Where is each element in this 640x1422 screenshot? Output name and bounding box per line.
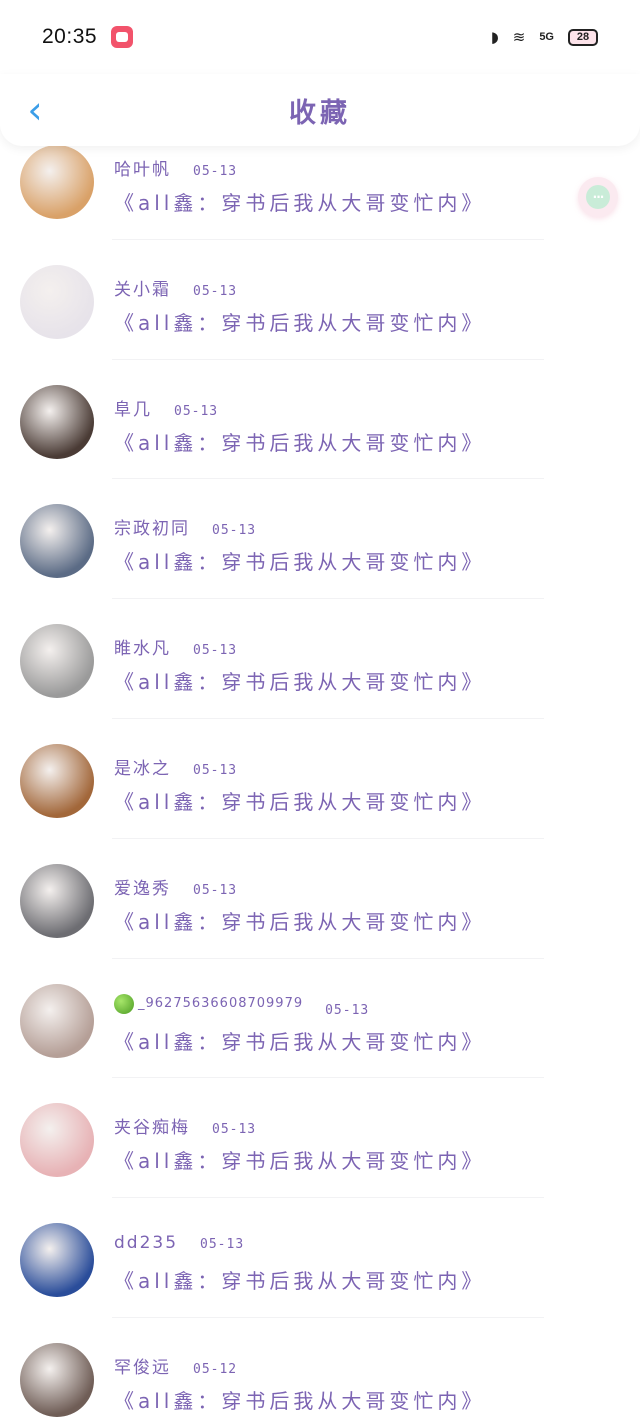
- top-nav-bar: ‹ 收藏: [0, 74, 640, 146]
- username[interactable]: 关小霜: [114, 275, 171, 300]
- list-item[interactable]: dd235 05-13 《all鑫：穿书后我从大哥变忙内》: [0, 1198, 640, 1318]
- item-text: 关小霜 05-13 《all鑫：穿书后我从大哥变忙内》: [114, 275, 485, 336]
- work-title-link[interactable]: 《all鑫：穿书后我从大哥变忙内》: [114, 1385, 485, 1414]
- username[interactable]: dd235: [114, 1233, 178, 1253]
- username[interactable]: 爱逸秀: [114, 874, 171, 899]
- work-title-link[interactable]: 《all鑫：穿书后我从大哥变忙内》: [114, 1145, 485, 1174]
- battery-icon: 28: [568, 28, 598, 46]
- status-bar: 20:35 ◗ ≋ 5G 28: [0, 0, 640, 74]
- work-title-link[interactable]: 《all鑫：穿书后我从大哥变忙内》: [114, 187, 485, 216]
- hd-icon: ◗: [490, 27, 499, 46]
- date: 05-13: [325, 1002, 370, 1018]
- work-title-link[interactable]: 《all鑫：穿书后我从大哥变忙内》: [114, 906, 485, 935]
- date: 05-13: [212, 1122, 257, 1138]
- date: 05-13: [193, 643, 238, 659]
- status-left: 20:35: [42, 25, 134, 49]
- username[interactable]: 阜几: [114, 395, 152, 420]
- meta-line: 哈叶帆 05-13: [114, 155, 485, 180]
- avatar[interactable]: [20, 863, 94, 938]
- list-item[interactable]: 宗政初同 05-13 《all鑫：穿书后我从大哥变忙内》: [0, 479, 640, 600]
- meta-line: 阜几 05-13: [114, 395, 485, 420]
- item-text: _96275636608709979 05-13 《all鑫：穿书后我从大哥变忙内》: [114, 993, 485, 1055]
- favorites-screen: 20:35 ◗ ≋ 5G 28 哈叶帆 05-13 《all鑫：穿书后我从大哥变忙内…: [0, 0, 640, 1422]
- item-text: 睢水凡 05-13 《all鑫：穿书后我从大哥变忙内》: [114, 634, 485, 695]
- avatar[interactable]: [20, 1223, 94, 1298]
- meta-line: 爱逸秀 05-13: [114, 874, 485, 899]
- username-text: _96275636608709979: [138, 996, 304, 1012]
- item-text: 宗政初同 05-13 《all鑫：穿书后我从大哥变忙内》: [114, 514, 485, 575]
- avatar[interactable]: [20, 983, 94, 1058]
- work-title-link[interactable]: 《all鑫：穿书后我从大哥变忙内》: [114, 786, 485, 815]
- avatar[interactable]: [20, 624, 94, 699]
- item-text: dd235 05-13 《all鑫：穿书后我从大哥变忙内》: [114, 1233, 485, 1294]
- list-item[interactable]: 是冰之 05-13 《all鑫：穿书后我从大哥变忙内》: [0, 719, 640, 839]
- status-time: 20:35: [42, 25, 98, 48]
- username[interactable]: 罕俊远: [114, 1353, 171, 1378]
- avatar[interactable]: [20, 145, 94, 219]
- avatar[interactable]: [20, 1342, 94, 1417]
- network-type: 5G: [539, 31, 554, 43]
- date: 05-13: [212, 523, 257, 539]
- more-button[interactable]: ···: [578, 177, 618, 217]
- list-item[interactable]: 关小霜 05-13 《all鑫：穿书后我从大哥变忙内》: [0, 240, 640, 360]
- username[interactable]: 夹谷痴梅: [114, 1113, 190, 1138]
- list-item[interactable]: 罕俊远 05-12 《all鑫：穿书后我从大哥变忙内》: [0, 1318, 640, 1422]
- work-title-link[interactable]: 《all鑫：穿书后我从大哥变忙内》: [114, 666, 485, 695]
- work-title-link[interactable]: 《all鑫：穿书后我从大哥变忙内》: [114, 307, 485, 336]
- green-apple-icon: [114, 993, 134, 1014]
- meta-line: 是冰之 05-13: [114, 754, 485, 779]
- item-text: 罕俊远 05-12 《all鑫：穿书后我从大哥变忙内》: [114, 1353, 485, 1414]
- list-item[interactable]: 睢水凡 05-13 《all鑫：穿书后我从大哥变忙内》: [0, 599, 640, 719]
- date: 05-13: [193, 762, 238, 778]
- avatar[interactable]: [20, 504, 94, 579]
- list-item[interactable]: _96275636608709979 05-13 《all鑫：穿书后我从大哥变忙内》: [0, 959, 640, 1079]
- username[interactable]: 哈叶帆: [114, 155, 171, 180]
- meta-line: 罕俊远 05-12: [114, 1353, 485, 1378]
- username[interactable]: 宗政初同: [114, 514, 190, 539]
- date: 05-13: [193, 882, 238, 898]
- username[interactable]: _96275636608709979: [114, 993, 304, 1014]
- avatar[interactable]: [20, 264, 94, 339]
- item-text: 哈叶帆 05-13 《all鑫：穿书后我从大哥变忙内》: [114, 155, 485, 216]
- avatar[interactable]: [20, 384, 94, 459]
- date: 05-13: [193, 283, 238, 299]
- app-notification-icon: [111, 26, 134, 48]
- battery-level: 28: [576, 31, 590, 43]
- work-title-link[interactable]: 《all鑫：穿书后我从大哥变忙内》: [114, 1026, 485, 1055]
- date: 05-13: [174, 403, 219, 419]
- date: 05-13: [193, 164, 238, 179]
- meta-line: _96275636608709979 05-13: [114, 993, 485, 1018]
- more-dots-icon: ···: [586, 185, 610, 209]
- date: 05-13: [200, 1237, 245, 1253]
- work-title-link[interactable]: 《all鑫：穿书后我从大哥变忙内》: [114, 1265, 485, 1294]
- username[interactable]: 睢水凡: [114, 634, 171, 659]
- back-button[interactable]: ‹: [20, 88, 50, 132]
- username[interactable]: 是冰之: [114, 754, 171, 779]
- item-text: 夹谷痴梅 05-13 《all鑫：穿书后我从大哥变忙内》: [114, 1113, 485, 1174]
- chevron-left-icon: ‹: [27, 88, 43, 132]
- wifi-icon: ≋: [512, 27, 526, 46]
- avatar[interactable]: [20, 743, 94, 818]
- avatar[interactable]: [20, 1103, 94, 1178]
- list-item[interactable]: 爱逸秀 05-13 《all鑫：穿书后我从大哥变忙内》: [0, 839, 640, 959]
- meta-line: dd235 05-13: [114, 1233, 485, 1257]
- favorites-list: 哈叶帆 05-13 《all鑫：穿书后我从大哥变忙内》 关小霜 05-13 《all鑫：穿…: [0, 120, 640, 1422]
- meta-line: 夹谷痴梅 05-13: [114, 1113, 485, 1138]
- work-title-link[interactable]: 《all鑫：穿书后我从大哥变忙内》: [114, 546, 485, 575]
- date: 05-12: [193, 1361, 238, 1377]
- item-text: 爱逸秀 05-13 《all鑫：穿书后我从大哥变忙内》: [114, 874, 485, 935]
- list-item[interactable]: 夹谷痴梅 05-13 《all鑫：穿书后我从大哥变忙内》: [0, 1078, 640, 1199]
- meta-line: 睢水凡 05-13: [114, 634, 485, 659]
- list-item[interactable]: 阜几 05-13 《all鑫：穿书后我从大哥变忙内》: [0, 360, 640, 480]
- work-title-link[interactable]: 《all鑫：穿书后我从大哥变忙内》: [114, 427, 485, 456]
- item-text: 是冰之 05-13 《all鑫：穿书后我从大哥变忙内》: [114, 754, 485, 815]
- status-right: ◗ ≋ 5G 28: [490, 27, 598, 46]
- page-title: 收藏: [289, 97, 351, 129]
- meta-line: 关小霜 05-13: [114, 275, 485, 300]
- meta-line: 宗政初同 05-13: [114, 514, 485, 539]
- item-text: 阜几 05-13 《all鑫：穿书后我从大哥变忙内》: [114, 395, 485, 456]
